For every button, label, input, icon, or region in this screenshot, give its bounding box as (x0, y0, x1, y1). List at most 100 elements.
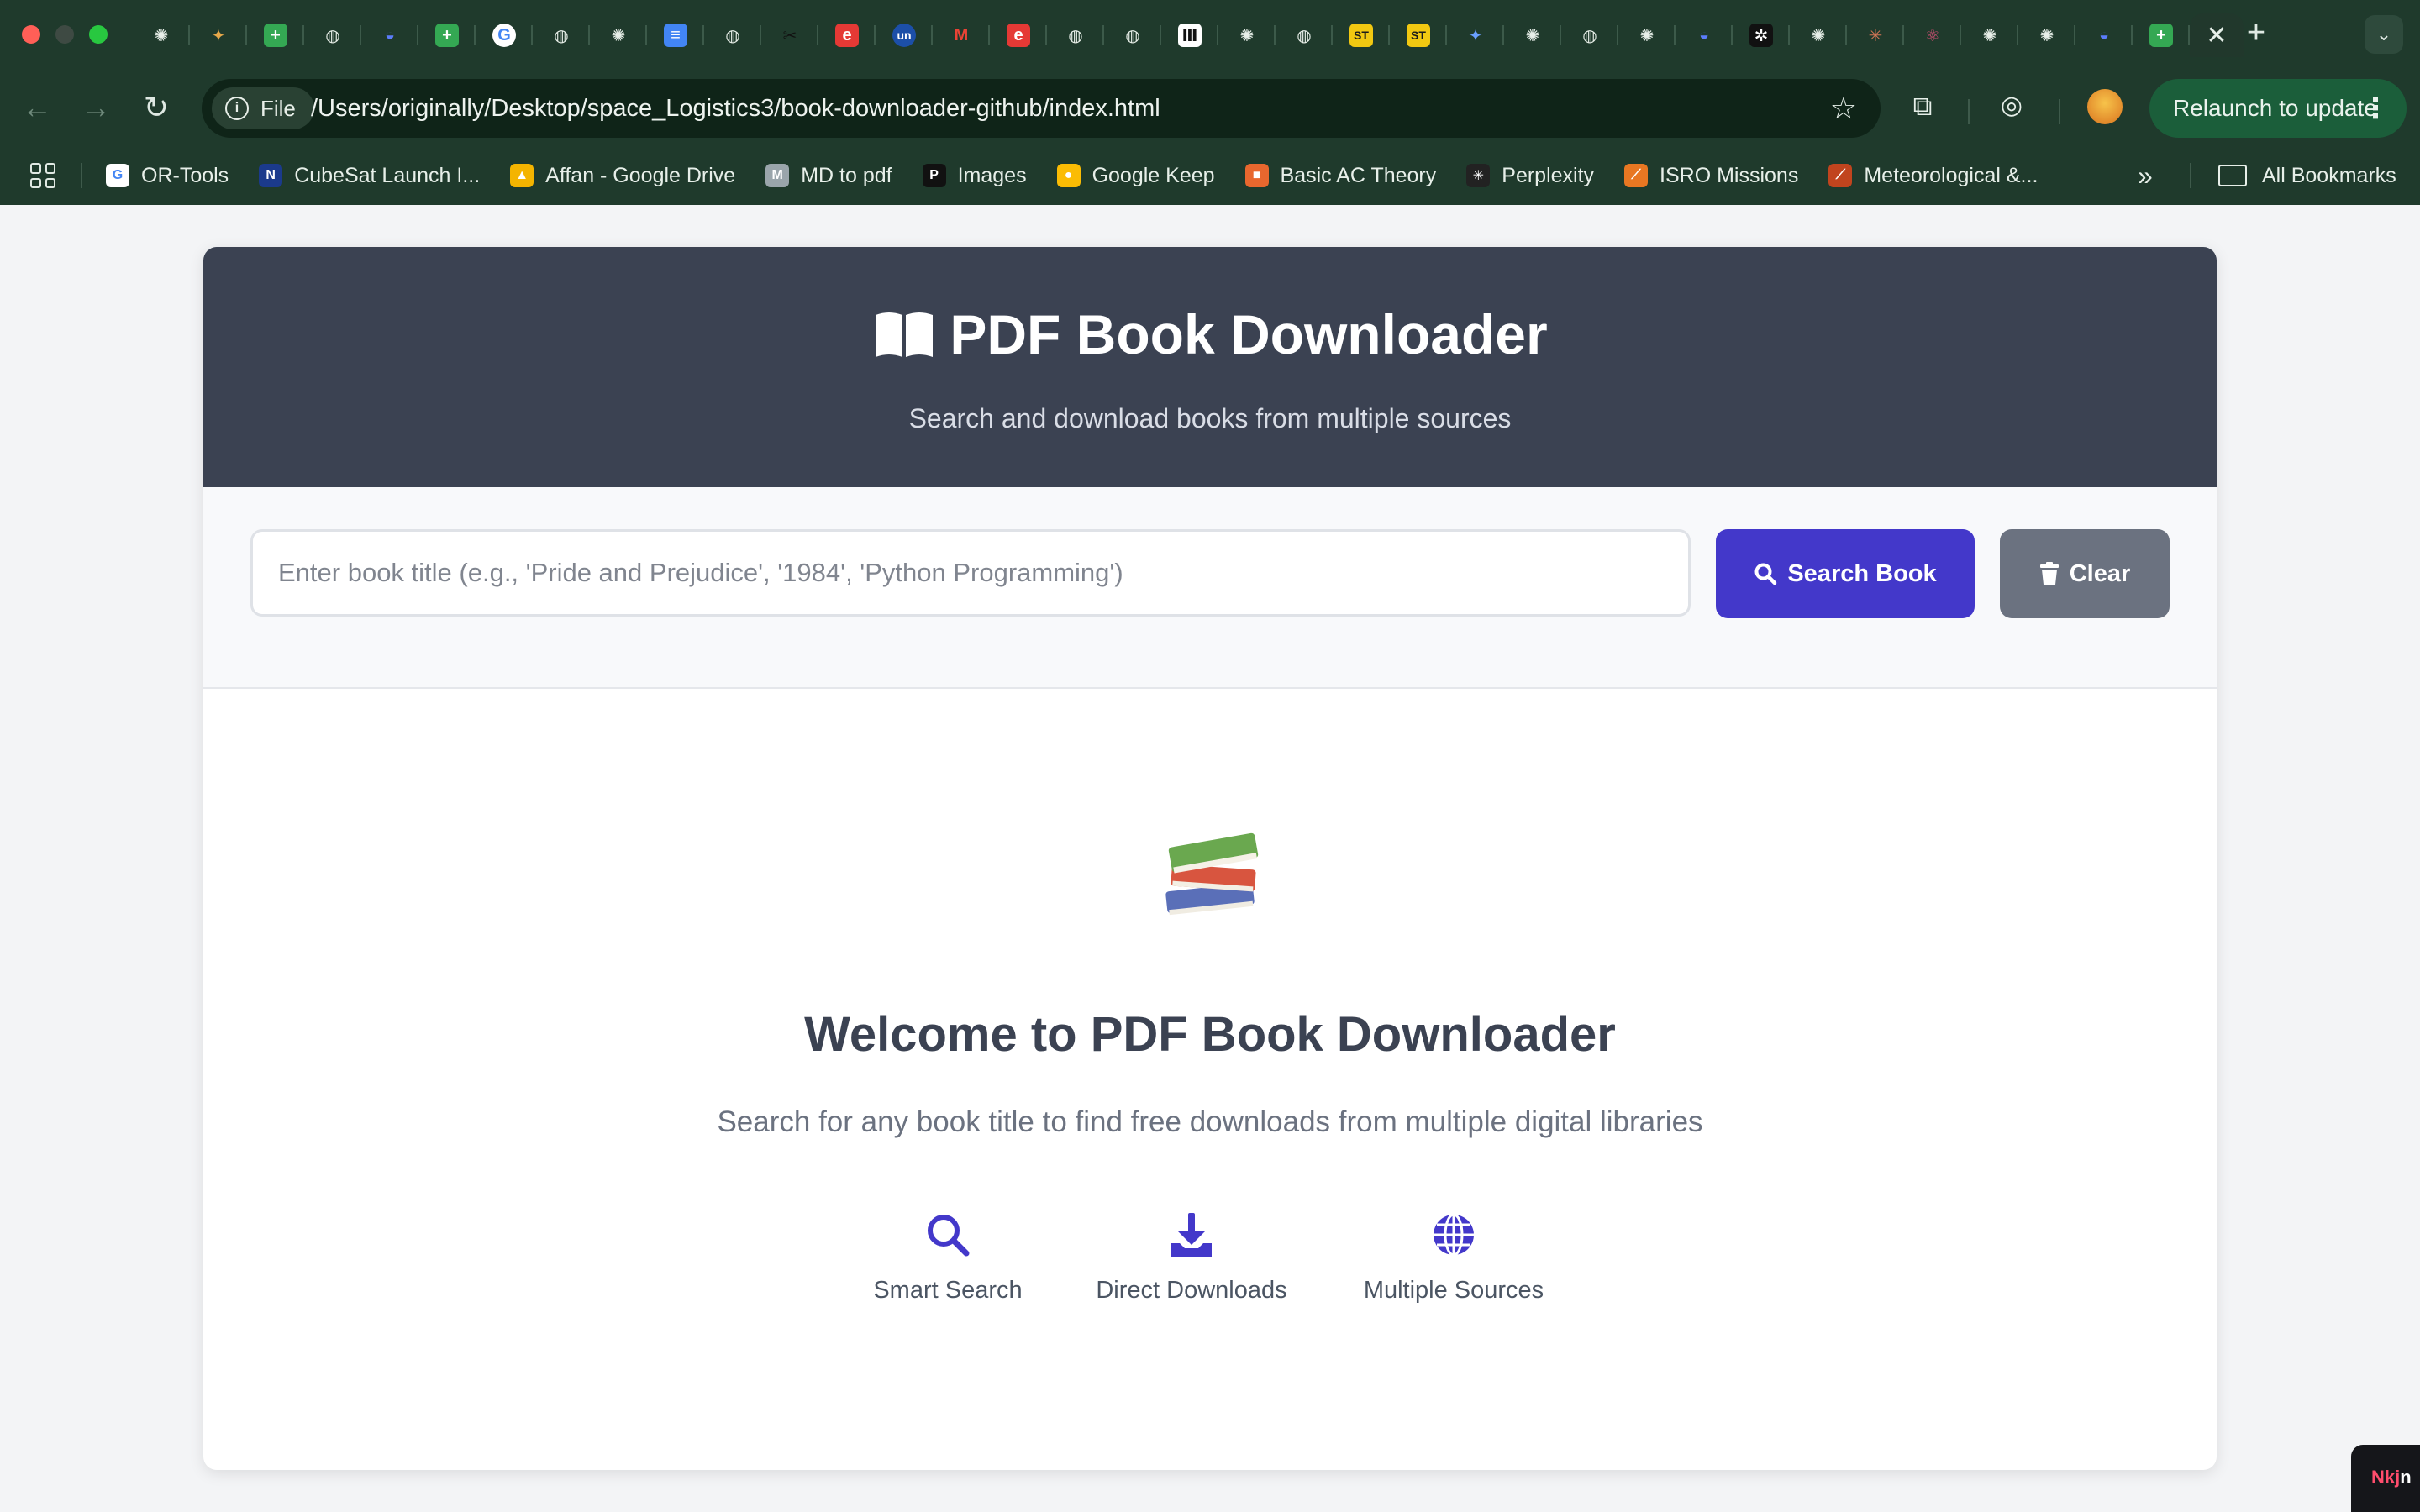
books-icon (1165, 832, 1259, 916)
close-window-button[interactable] (22, 25, 40, 44)
close-tab-icon[interactable]: ✕ (2206, 21, 2227, 50)
globe-icon: ◍ (1297, 26, 1312, 45)
tab-globe-2[interactable]: ◍ (533, 13, 590, 57)
search-input[interactable] (250, 529, 1691, 617)
new-tab-button[interactable]: + (2235, 12, 2277, 54)
bookmark-label: Affan - Google Drive (545, 163, 736, 187)
tab-globe-7[interactable]: ◍ (1561, 13, 1618, 57)
tab-st-2[interactable]: ST (1390, 13, 1447, 57)
tab-chatgpt-7[interactable]: ✺ (1961, 13, 2018, 57)
page-title: PDF Book Downloader (203, 302, 2217, 366)
bookmark-item[interactable]: ▲ Affan - Google Drive (510, 164, 735, 188)
bookmark-item[interactable]: ⟋ ISRO Missions (1624, 164, 1798, 188)
address-bar[interactable]: i File /Users/originally/Desktop/space_L… (202, 79, 1881, 138)
more-menu-icon: ⋮ (2361, 92, 2390, 124)
tab-search-button[interactable]: ⌄ (2365, 15, 2403, 54)
tab-globe-5[interactable]: ◍ (1104, 13, 1161, 57)
bookmark-label: Basic AC Theory (1280, 163, 1437, 187)
tab-unstop[interactable]: un (876, 13, 933, 57)
minimize-window-button[interactable] (55, 25, 74, 44)
arrow-left-icon: ← (22, 90, 52, 124)
back-button[interactable]: ← (15, 86, 59, 129)
tab-chatgpt-2[interactable]: ✺ (590, 13, 647, 57)
tab-globe-4[interactable]: ◍ (1047, 13, 1104, 57)
tab-bug[interactable]: ✲ (1733, 13, 1790, 57)
reload-button[interactable]: ↻ (134, 86, 178, 129)
apps-grid-icon[interactable] (30, 163, 55, 188)
perplexity-icon: ✳ (1466, 164, 1491, 187)
tab-deepseek-3[interactable]: ◒ (2075, 13, 2133, 57)
tab-chatgpt-8[interactable]: ✺ (2018, 13, 2075, 57)
tab-deepseek[interactable]: ◒ (361, 13, 418, 57)
bookmark-list: G OR-Tools N CubeSat Launch I... ▲ Affan - Go… (106, 146, 2068, 205)
tab-e-app[interactable]: e (818, 13, 876, 57)
bookmark-item[interactable]: ■ Basic AC Theory (1244, 163, 1437, 188)
claude-icon: ✳ (1868, 26, 1883, 45)
tab-globe-3[interactable]: ◍ (704, 13, 761, 57)
unstop-icon: un (892, 24, 916, 47)
md-icon: M (765, 164, 790, 187)
tab-google[interactable]: G (476, 13, 533, 57)
globe-icon: ◍ (554, 26, 569, 45)
search-button-label: Search Book (1787, 559, 1937, 587)
tab-capcut[interactable]: ✂ (761, 13, 818, 57)
tab-react[interactable]: ⚛ (1904, 13, 1961, 57)
bookmark-label: Meteorological &... (1864, 163, 2039, 187)
site-info-chip[interactable]: i File (212, 87, 314, 129)
all-bookmarks-label: All Bookmarks (2262, 163, 2396, 187)
tab-claude[interactable]: ✳ (1847, 13, 1904, 57)
bookmark-label: Perplexity (1502, 163, 1595, 187)
tab-e-app-2[interactable]: e (990, 13, 1047, 57)
profile-avatar[interactable] (2087, 89, 2123, 124)
forward-button[interactable]: → (74, 86, 118, 129)
museum-icon: Ⅲ (1178, 24, 1202, 47)
bookmark-item[interactable]: G OR-Tools (106, 164, 229, 188)
corner-widget[interactable]: Nkjn (2351, 1445, 2420, 1512)
tab-docs[interactable]: ≡ (647, 13, 704, 57)
more-bookmarks-button[interactable]: » (2138, 146, 2153, 205)
tab-sheets-3[interactable]: + (2133, 13, 2190, 57)
all-bookmarks-button[interactable]: All Bookmarks (2218, 146, 2396, 205)
isro-icon: ⟋ (1624, 164, 1649, 187)
tab-chatgpt-4[interactable]: ✺ (1504, 13, 1561, 57)
tab-chatgpt-5[interactable]: ✺ (1618, 13, 1676, 57)
extensions-icon[interactable]: ⧉ (1904, 87, 1941, 124)
tab-sheets[interactable]: + (247, 13, 304, 57)
bookmark-item[interactable]: P Images (922, 164, 1027, 188)
feature-direct-downloads: Direct Downloads (1057, 1211, 1326, 1305)
tab-deepseek-2[interactable]: ◒ (1676, 13, 1733, 57)
relaunch-button[interactable]: Relaunch to update ⋮ (2149, 79, 2407, 138)
arrow-right-icon: → (81, 90, 111, 124)
search-button[interactable]: Search Book (1716, 529, 1975, 618)
tab-chatgpt-3[interactable]: ✺ (1218, 13, 1276, 57)
url-text[interactable]: /Users/originally/Desktop/space_Logistic… (311, 79, 1160, 138)
tab-sheets-2[interactable]: + (418, 13, 476, 57)
bookmark-item[interactable]: M MD to pdf (765, 164, 892, 188)
tab-gmail[interactable]: M (933, 13, 990, 57)
tab-pinwheel[interactable]: ✦ (190, 13, 247, 57)
tab-st[interactable]: ST (1333, 13, 1390, 57)
maximize-window-button[interactable] (89, 25, 108, 44)
bookmark-star-icon[interactable]: ☆ (1830, 79, 1857, 138)
clear-button[interactable]: Clear (2000, 529, 2170, 618)
tab-museum[interactable]: Ⅲ (1161, 13, 1218, 57)
google-icon: G (106, 164, 129, 187)
app-card: PDF Book Downloader Search and download … (203, 247, 2217, 1470)
bookmark-item[interactable]: ✳ Perplexity (1466, 164, 1594, 188)
tab-globe[interactable]: ◍ (304, 13, 361, 57)
bookmark-item[interactable]: ● Google Keep (1056, 163, 1215, 188)
tab-gemini[interactable]: ✦ (1447, 13, 1504, 57)
tab-chatgpt-6[interactable]: ✺ (1790, 13, 1847, 57)
pinwheel-icon: ✦ (211, 26, 226, 45)
info-icon: i (225, 97, 249, 120)
globe-icon (1434, 1213, 1474, 1257)
download-icon (1171, 1213, 1212, 1257)
tab-globe-6[interactable]: ◍ (1276, 13, 1333, 57)
toolbar-divider (2059, 99, 2060, 124)
bookmark-item[interactable]: ⟋ Meteorological &... (1828, 164, 2038, 188)
bookmark-label: Google Keep (1092, 163, 1215, 187)
tab-chatgpt[interactable]: ✺ (133, 13, 190, 57)
bookmark-item[interactable]: N CubeSat Launch I... (259, 164, 480, 188)
gemini-icon: ✦ (1468, 26, 1483, 45)
google-lens-icon[interactable]: ◎ (1993, 87, 2030, 124)
